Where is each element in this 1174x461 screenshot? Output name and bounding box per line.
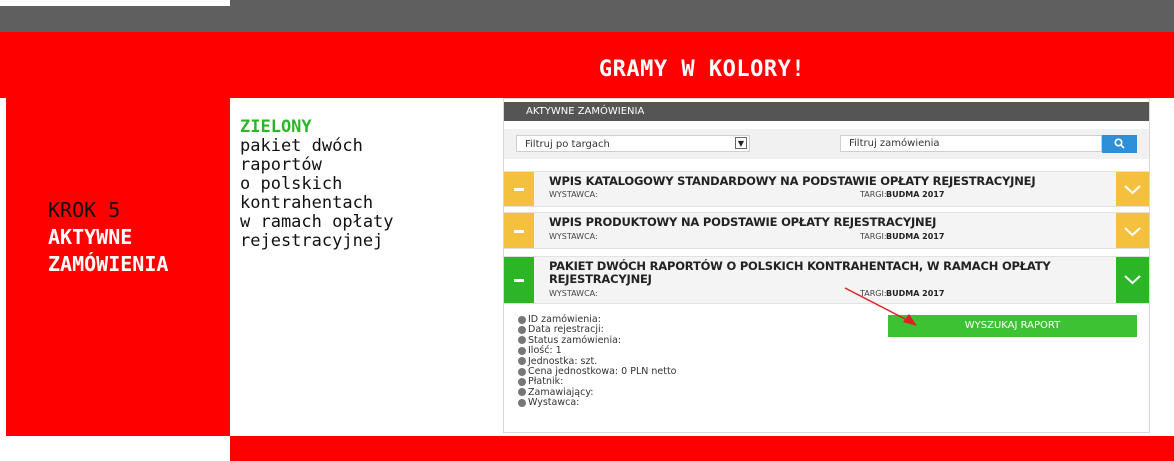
minus-icon (514, 279, 524, 282)
order-row-expanded[interactable]: PAKIET DWÓCH RAPORTÓW O POLSKICH KONTRAH… (504, 256, 1149, 304)
description: ZIELONY pakiet dwóch raportów o polskich… (240, 118, 394, 251)
annotation-arrow-icon (844, 287, 917, 326)
exhibitor-label: WYSTAWCA: (549, 289, 598, 298)
order-title: WPIS KATALOGOWY STANDARDOWY NA PODSTAWIE… (549, 174, 1036, 188)
description-line: w ramach opłaty (240, 212, 394, 232)
search-button[interactable] (1102, 135, 1137, 153)
description-line: pakiet dwóch (240, 136, 363, 156)
minus-icon (514, 229, 524, 233)
exhibitor-label: WYSTAWCA: (549, 190, 598, 199)
minus-icon (514, 188, 524, 191)
collapse-toggle[interactable] (504, 172, 534, 206)
chevron-down-icon[interactable]: ▼ (735, 137, 747, 149)
bottom-red-bar (230, 436, 1174, 461)
fair-label: TARGI: (860, 232, 887, 241)
detail-row: Wystawca: (518, 398, 677, 408)
order-row[interactable]: WPIS PRODUKTOWY NA PODSTAWIE OPŁATY REJE… (504, 212, 1149, 249)
chevron-down-icon (1124, 227, 1141, 237)
bullet-icon (518, 315, 526, 324)
bullet-icon (518, 398, 526, 407)
collapse-toggle[interactable] (504, 213, 534, 248)
order-title: PAKIET DWÓCH RAPORTÓW O POLSKICH KONTRAH… (549, 259, 1051, 286)
chevron-down-icon (1124, 275, 1141, 285)
bullet-icon (518, 388, 526, 397)
step-title-line2: ZAMÓWIENIA (48, 252, 169, 276)
fair-value: BUDMA 2017 (886, 190, 945, 199)
expand-button[interactable] (1116, 257, 1149, 303)
filter-bar: Filtruj po targach ▼ (504, 129, 1149, 159)
search-input[interactable] (840, 135, 1102, 152)
description-line: rejestracyjnej (240, 231, 384, 251)
step-title-line1: AKTYWNE (48, 225, 133, 249)
expand-button[interactable] (1116, 172, 1149, 206)
bullet-icon (518, 357, 526, 366)
color-word: ZIELONY (240, 117, 312, 137)
bullet-icon (518, 336, 526, 345)
active-orders-panel: AKTYWNE ZAMÓWIENIA Filtruj po targach ▼ … (503, 98, 1150, 433)
chevron-down-icon (1124, 185, 1141, 195)
order-row[interactable]: WPIS KATALOGOWY STANDARDOWY NA PODSTAWIE… (504, 171, 1149, 207)
panel-header: AKTYWNE ZAMÓWIENIA (504, 102, 1149, 121)
description-line: o polskich (240, 174, 343, 194)
collapse-toggle[interactable] (504, 257, 534, 303)
fair-filter-select[interactable]: Filtruj po targach (516, 135, 750, 152)
order-details: ID zamówienia: Data rejestracji: Status … (518, 314, 677, 409)
description-line: kontrahentach (240, 193, 374, 213)
search-icon (1114, 138, 1125, 149)
top-bar-corner (0, 0, 230, 6)
page-title: GRAMY W KOLORY! (598, 57, 806, 82)
order-title: WPIS PRODUKTOWY NA PODSTAWIE OPŁATY REJE… (549, 215, 937, 229)
fair-value: BUDMA 2017 (886, 232, 945, 241)
bullet-icon (518, 367, 526, 376)
expand-button[interactable] (1116, 213, 1149, 248)
exhibitor-label: WYSTAWCA: (549, 232, 598, 241)
step-number: KROK 5 (48, 198, 121, 222)
bullet-icon (518, 377, 526, 386)
description-line: raportów (240, 155, 322, 175)
step-label: KROK 5 AKTYWNE ZAMÓWIENIA (48, 197, 168, 278)
bullet-icon (518, 346, 526, 355)
search-report-button[interactable]: WYSZUKAJ RAPORT (888, 315, 1137, 337)
bullet-icon (518, 325, 526, 334)
fair-label: TARGI: (860, 190, 887, 199)
